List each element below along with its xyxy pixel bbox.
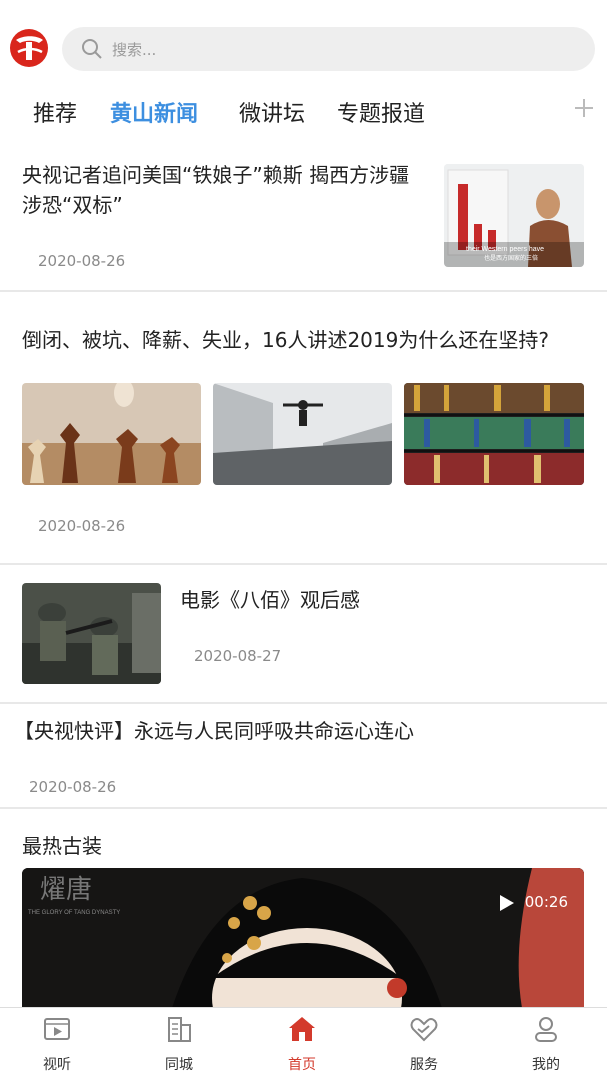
app-logo-icon[interactable] — [9, 26, 49, 70]
divider — [0, 702, 607, 704]
home-icon — [289, 1017, 315, 1041]
nav-item-home[interactable]: 首页 — [267, 1008, 337, 1080]
search-bar[interactable]: 搜索... — [62, 27, 595, 71]
article-thumbnail[interactable]: their Western peers have 也是西方国家的三倍 — [444, 164, 584, 267]
article-title[interactable]: 倒闭、被坑、降薪、失业，16人讲述2019为什么还在坚持? — [22, 325, 592, 355]
nav-label: 同城 — [165, 1057, 193, 1073]
thumbnail-subcaption: 也是西方国家的三倍 — [484, 254, 538, 262]
video-player[interactable]: 燿唐 THE GLORY OF TANG DYNASTY 00:26 — [22, 868, 584, 1008]
article-title[interactable]: 电影《八佰》观后感 — [180, 585, 580, 615]
article-date: 2020-08-26 — [38, 252, 126, 270]
nav-item-mine[interactable]: 我的 — [511, 1008, 581, 1080]
thumbnail-caption: their Western peers have — [466, 246, 544, 253]
tab-special-report[interactable]: 专题报道 — [337, 96, 425, 128]
article-image-jump[interactable] — [213, 383, 392, 485]
nav-item-audiovisual[interactable]: 视听 — [22, 1008, 92, 1080]
top-bar: 搜索... — [0, 0, 607, 92]
nav-item-service[interactable]: 服务 — [389, 1008, 459, 1080]
article-date: 2020-08-27 — [194, 647, 282, 665]
video-poster-subtitle: THE GLORY OF TANG DYNASTY — [28, 910, 120, 916]
tab-recommend[interactable]: 推荐 — [33, 96, 77, 128]
tab-lecture[interactable]: 微讲坛 — [239, 96, 305, 128]
search-placeholder: 搜索... — [112, 41, 157, 59]
article-image-chess[interactable] — [22, 383, 201, 485]
nav-label: 首页 — [288, 1057, 316, 1073]
article-title[interactable]: 央视记者追问美国“铁娘子”赖斯 揭西方涉疆涉恐“双标” — [22, 160, 427, 220]
search-icon — [82, 39, 102, 59]
nav-label: 我的 — [532, 1057, 560, 1073]
heart-hand-icon — [410, 1018, 438, 1042]
add-channel-icon[interactable] — [572, 96, 596, 120]
nav-label: 视听 — [43, 1057, 71, 1073]
nav-item-city[interactable]: 同城 — [144, 1008, 214, 1080]
article-date: 2020-08-26 — [29, 778, 117, 796]
nav-label: 服务 — [410, 1057, 438, 1073]
tab-huangshan-news[interactable]: 黄山新闻 — [110, 96, 198, 128]
play-icon[interactable] — [500, 895, 514, 911]
user-icon — [535, 1017, 557, 1042]
article-date: 2020-08-26 — [38, 517, 126, 535]
article-thumbnail[interactable] — [22, 583, 161, 684]
building-icon — [168, 1017, 191, 1042]
bottom-nav: 视听 同城 首页 服务 我的 — [0, 1007, 607, 1080]
divider — [0, 807, 607, 809]
video-duration: 00:26 — [524, 893, 568, 911]
article-title[interactable]: 【央视快评】永远与人民同呼吸共命运心连心 — [14, 716, 594, 746]
divider — [0, 290, 607, 292]
article-image-bookshelf[interactable] — [404, 383, 584, 485]
divider — [0, 563, 607, 565]
section-title: 最热古装 — [22, 834, 102, 858]
channel-tabs: 推荐 黄山新闻 微讲坛 专题报道 — [0, 90, 607, 134]
video-icon — [44, 1018, 70, 1040]
video-poster-title: 燿唐 — [40, 875, 92, 905]
